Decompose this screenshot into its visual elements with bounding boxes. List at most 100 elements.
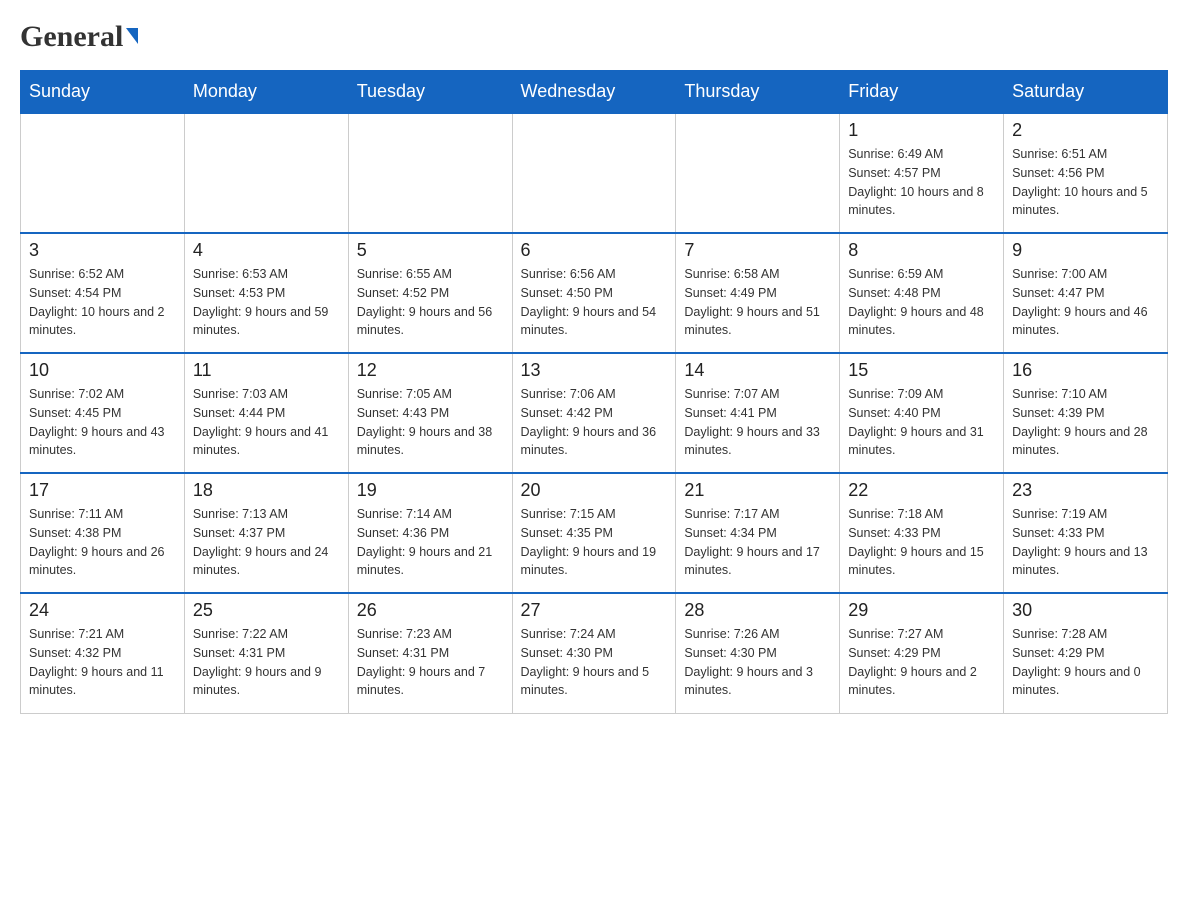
weekday-header-monday: Monday bbox=[184, 71, 348, 114]
week-row-1: 1 Sunrise: 6:49 AMSunset: 4:57 PMDaylight… bbox=[21, 113, 1168, 233]
calendar-cell-5-2: 25 Sunrise: 7:22 AMSunset: 4:31 PMDayligh… bbox=[184, 593, 348, 713]
day-info: Sunrise: 7:27 AMSunset: 4:29 PMDaylight:… bbox=[848, 625, 995, 700]
calendar-cell-2-6: 8 Sunrise: 6:59 AMSunset: 4:48 PMDaylight… bbox=[840, 233, 1004, 353]
weekday-header-row: SundayMondayTuesdayWednesdayThursdayFrid… bbox=[21, 71, 1168, 114]
day-info: Sunrise: 7:06 AMSunset: 4:42 PMDaylight:… bbox=[521, 385, 668, 460]
day-info: Sunrise: 6:49 AMSunset: 4:57 PMDaylight:… bbox=[848, 145, 995, 220]
calendar-cell-4-2: 18 Sunrise: 7:13 AMSunset: 4:37 PMDayligh… bbox=[184, 473, 348, 593]
calendar-cell-3-6: 15 Sunrise: 7:09 AMSunset: 4:40 PMDayligh… bbox=[840, 353, 1004, 473]
calendar-cell-1-2 bbox=[184, 113, 348, 233]
day-info: Sunrise: 7:09 AMSunset: 4:40 PMDaylight:… bbox=[848, 385, 995, 460]
calendar-cell-3-2: 11 Sunrise: 7:03 AMSunset: 4:44 PMDayligh… bbox=[184, 353, 348, 473]
day-number: 26 bbox=[357, 600, 504, 621]
day-number: 28 bbox=[684, 600, 831, 621]
day-number: 18 bbox=[193, 480, 340, 501]
week-row-5: 24 Sunrise: 7:21 AMSunset: 4:32 PMDayligh… bbox=[21, 593, 1168, 713]
weekday-header-tuesday: Tuesday bbox=[348, 71, 512, 114]
day-number: 19 bbox=[357, 480, 504, 501]
day-info: Sunrise: 7:22 AMSunset: 4:31 PMDaylight:… bbox=[193, 625, 340, 700]
day-info: Sunrise: 7:23 AMSunset: 4:31 PMDaylight:… bbox=[357, 625, 504, 700]
calendar-cell-4-7: 23 Sunrise: 7:19 AMSunset: 4:33 PMDayligh… bbox=[1004, 473, 1168, 593]
day-number: 5 bbox=[357, 240, 504, 261]
day-info: Sunrise: 6:56 AMSunset: 4:50 PMDaylight:… bbox=[521, 265, 668, 340]
day-info: Sunrise: 6:58 AMSunset: 4:49 PMDaylight:… bbox=[684, 265, 831, 340]
calendar-cell-1-6: 1 Sunrise: 6:49 AMSunset: 4:57 PMDaylight… bbox=[840, 113, 1004, 233]
day-info: Sunrise: 7:26 AMSunset: 4:30 PMDaylight:… bbox=[684, 625, 831, 700]
calendar-cell-1-5 bbox=[676, 113, 840, 233]
day-info: Sunrise: 7:19 AMSunset: 4:33 PMDaylight:… bbox=[1012, 505, 1159, 580]
day-number: 23 bbox=[1012, 480, 1159, 501]
day-number: 24 bbox=[29, 600, 176, 621]
day-info: Sunrise: 7:21 AMSunset: 4:32 PMDaylight:… bbox=[29, 625, 176, 700]
day-number: 8 bbox=[848, 240, 995, 261]
day-info: Sunrise: 7:07 AMSunset: 4:41 PMDaylight:… bbox=[684, 385, 831, 460]
calendar-cell-2-2: 4Sunrise: 6:53 AMSunset: 4:53 PMDaylight… bbox=[184, 233, 348, 353]
day-info: Sunrise: 6:51 AMSunset: 4:56 PMDaylight:… bbox=[1012, 145, 1159, 220]
calendar-cell-1-7: 2 Sunrise: 6:51 AMSunset: 4:56 PMDaylight… bbox=[1004, 113, 1168, 233]
page-header: General bbox=[20, 20, 1168, 50]
calendar-cell-4-5: 21Sunrise: 7:17 AMSunset: 4:34 PMDayligh… bbox=[676, 473, 840, 593]
day-info: Sunrise: 6:52 AMSunset: 4:54 PMDaylight:… bbox=[29, 265, 176, 340]
calendar-table: SundayMondayTuesdayWednesdayThursdayFrid… bbox=[20, 70, 1168, 714]
day-info: Sunrise: 7:02 AMSunset: 4:45 PMDaylight:… bbox=[29, 385, 176, 460]
day-info: Sunrise: 7:13 AMSunset: 4:37 PMDaylight:… bbox=[193, 505, 340, 580]
weekday-header-friday: Friday bbox=[840, 71, 1004, 114]
day-number: 29 bbox=[848, 600, 995, 621]
weekday-header-wednesday: Wednesday bbox=[512, 71, 676, 114]
calendar-cell-2-1: 3 Sunrise: 6:52 AMSunset: 4:54 PMDaylight… bbox=[21, 233, 185, 353]
calendar-cell-2-4: 6 Sunrise: 6:56 AMSunset: 4:50 PMDaylight… bbox=[512, 233, 676, 353]
calendar-cell-5-1: 24 Sunrise: 7:21 AMSunset: 4:32 PMDayligh… bbox=[21, 593, 185, 713]
day-number: 11 bbox=[193, 360, 340, 381]
week-row-4: 17 Sunrise: 7:11 AMSunset: 4:38 PMDayligh… bbox=[21, 473, 1168, 593]
calendar-cell-1-3 bbox=[348, 113, 512, 233]
day-number: 10 bbox=[29, 360, 176, 381]
calendar-cell-3-3: 12 Sunrise: 7:05 AMSunset: 4:43 PMDayligh… bbox=[348, 353, 512, 473]
day-number: 25 bbox=[193, 600, 340, 621]
logo-general-text: General bbox=[20, 20, 123, 54]
day-info: Sunrise: 7:05 AMSunset: 4:43 PMDaylight:… bbox=[357, 385, 504, 460]
day-number: 7 bbox=[684, 240, 831, 261]
day-number: 9 bbox=[1012, 240, 1159, 261]
calendar-cell-5-6: 29 Sunrise: 7:27 AMSunset: 4:29 PMDayligh… bbox=[840, 593, 1004, 713]
day-number: 12 bbox=[357, 360, 504, 381]
day-number: 16 bbox=[1012, 360, 1159, 381]
day-number: 2 bbox=[1012, 120, 1159, 141]
day-info: Sunrise: 7:24 AMSunset: 4:30 PMDaylight:… bbox=[521, 625, 668, 700]
calendar-cell-3-4: 13 Sunrise: 7:06 AMSunset: 4:42 PMDayligh… bbox=[512, 353, 676, 473]
day-number: 14 bbox=[684, 360, 831, 381]
calendar-cell-3-7: 16 Sunrise: 7:10 AMSunset: 4:39 PMDayligh… bbox=[1004, 353, 1168, 473]
day-number: 20 bbox=[521, 480, 668, 501]
day-info: Sunrise: 7:14 AMSunset: 4:36 PMDaylight:… bbox=[357, 505, 504, 580]
day-info: Sunrise: 7:10 AMSunset: 4:39 PMDaylight:… bbox=[1012, 385, 1159, 460]
day-info: Sunrise: 7:28 AMSunset: 4:29 PMDaylight:… bbox=[1012, 625, 1159, 700]
weekday-header-thursday: Thursday bbox=[676, 71, 840, 114]
calendar-cell-5-3: 26 Sunrise: 7:23 AMSunset: 4:31 PMDayligh… bbox=[348, 593, 512, 713]
calendar-cell-3-5: 14 Sunrise: 7:07 AMSunset: 4:41 PMDayligh… bbox=[676, 353, 840, 473]
day-info: Sunrise: 7:03 AMSunset: 4:44 PMDaylight:… bbox=[193, 385, 340, 460]
day-info: Sunrise: 6:59 AMSunset: 4:48 PMDaylight:… bbox=[848, 265, 995, 340]
day-number: 3 bbox=[29, 240, 176, 261]
weekday-header-sunday: Sunday bbox=[21, 71, 185, 114]
day-number: 13 bbox=[521, 360, 668, 381]
calendar-cell-5-5: 28 Sunrise: 7:26 AMSunset: 4:30 PMDayligh… bbox=[676, 593, 840, 713]
day-number: 27 bbox=[521, 600, 668, 621]
week-row-3: 10 Sunrise: 7:02 AMSunset: 4:45 PMDayligh… bbox=[21, 353, 1168, 473]
week-row-2: 3 Sunrise: 6:52 AMSunset: 4:54 PMDaylight… bbox=[21, 233, 1168, 353]
calendar-cell-5-4: 27 Sunrise: 7:24 AMSunset: 4:30 PMDayligh… bbox=[512, 593, 676, 713]
day-number: 6 bbox=[521, 240, 668, 261]
day-info: Sunrise: 6:53 AMSunset: 4:53 PMDaylight:… bbox=[193, 265, 340, 340]
day-info: Sunrise: 7:11 AMSunset: 4:38 PMDaylight:… bbox=[29, 505, 176, 580]
calendar-cell-3-1: 10 Sunrise: 7:02 AMSunset: 4:45 PMDayligh… bbox=[21, 353, 185, 473]
day-number: 15 bbox=[848, 360, 995, 381]
day-number: 21 bbox=[684, 480, 831, 501]
calendar-cell-4-3: 19 Sunrise: 7:14 AMSunset: 4:36 PMDayligh… bbox=[348, 473, 512, 593]
day-info: Sunrise: 7:15 AMSunset: 4:35 PMDaylight:… bbox=[521, 505, 668, 580]
calendar-cell-4-4: 20 Sunrise: 7:15 AMSunset: 4:35 PMDayligh… bbox=[512, 473, 676, 593]
day-number: 1 bbox=[848, 120, 995, 141]
calendar-cell-5-7: 30 Sunrise: 7:28 AMSunset: 4:29 PMDayligh… bbox=[1004, 593, 1168, 713]
day-info: Sunrise: 7:00 AMSunset: 4:47 PMDaylight:… bbox=[1012, 265, 1159, 340]
day-number: 30 bbox=[1012, 600, 1159, 621]
weekday-header-saturday: Saturday bbox=[1004, 71, 1168, 114]
day-number: 17 bbox=[29, 480, 176, 501]
calendar-cell-1-4 bbox=[512, 113, 676, 233]
